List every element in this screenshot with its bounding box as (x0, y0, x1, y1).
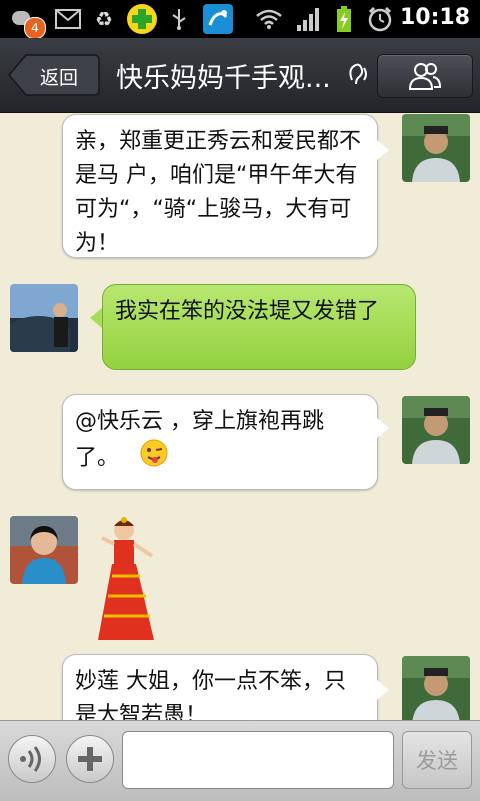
message-bubble-outgoing[interactable]: 妙莲 大姐，你一点不笨，只是大智若愚！ (62, 654, 378, 720)
winking-face-tongue-icon (140, 439, 168, 478)
bubble-tail (377, 680, 389, 700)
bubble-tail (377, 418, 389, 438)
mail-icon (54, 6, 82, 32)
avatar-man[interactable] (402, 396, 470, 464)
app-icon (202, 4, 234, 34)
add-attachment-button[interactable] (66, 735, 114, 783)
title-bar: 返回 快乐妈妈千手观... (0, 38, 480, 113)
avatar-man[interactable] (402, 114, 470, 182)
send-label: 发送 (416, 749, 458, 773)
chat-title: 快乐妈妈千手观... (116, 63, 331, 94)
message-input[interactable] (122, 731, 394, 789)
plus-app-icon (126, 4, 158, 34)
message-bubble-outgoing[interactable]: 亲，郑重更正秀云和爱民都不是马 户，咱们是“甲午年大有可为“，“骑“上骏马，大有… (62, 114, 378, 258)
bubble-tail (90, 308, 102, 328)
dancing-girl-sticker[interactable] (98, 516, 160, 642)
recycle-icon: ♻ (95, 7, 113, 31)
message-text: @快乐云 ，穿上旗袍再跳了。 (75, 409, 324, 471)
usb-icon (168, 6, 190, 32)
avatar-car-woman[interactable] (10, 284, 78, 352)
battery-charging-icon (334, 6, 354, 32)
group-contacts-button[interactable] (377, 54, 473, 98)
message-text: 亲，郑重更正秀云和爱民都不是马 户，咱们是“甲午年大有可为“，“骑“上骏马，大有… (75, 129, 362, 256)
plus-icon (76, 745, 104, 777)
avatar-man[interactable] (402, 656, 470, 720)
chat-message-list[interactable]: 亲，郑重更正秀云和爱民都不是马 户，咱们是“甲午年大有可为“，“骑“上骏马，大有… (0, 112, 480, 720)
voice-icon (19, 744, 47, 778)
message-bubble-incoming[interactable]: 我实在笨的没法堤又发错了 (102, 284, 416, 370)
message-bubble-outgoing[interactable]: @快乐云 ，穿上旗袍再跳了。 (62, 394, 378, 490)
notification-badge: 4 (24, 17, 46, 39)
earpiece-mode-icon (344, 60, 370, 94)
wifi-icon (254, 6, 284, 32)
status-bar: 4 ♻ 10:18 (0, 0, 480, 39)
back-label: 返回 (40, 67, 79, 89)
send-button[interactable]: 发送 (402, 731, 472, 789)
message-text: 妙莲 大姐，你一点不笨，只是大智若愚！ (75, 669, 346, 720)
status-time: 10:18 (399, 5, 470, 30)
signal-icon (294, 6, 322, 32)
avatar-girl[interactable] (10, 516, 78, 584)
input-bar: 发送 (0, 720, 480, 801)
alarm-icon (366, 6, 394, 32)
message-text: 我实在笨的没法堤又发错了 (115, 299, 380, 324)
back-button[interactable]: 返回 (8, 54, 100, 96)
voice-button[interactable] (8, 735, 56, 783)
bubble-tail (377, 140, 389, 160)
